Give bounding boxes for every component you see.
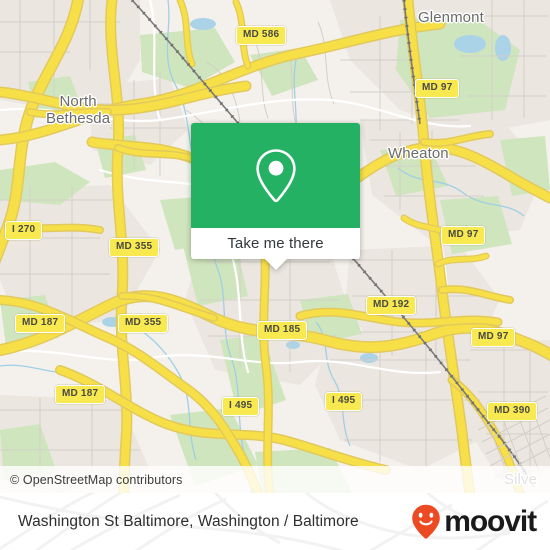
moovit-pin-smile-icon bbox=[412, 504, 441, 539]
popup-header bbox=[191, 123, 360, 228]
map-attribution-bar: © OpenStreetMap contributors bbox=[0, 466, 550, 493]
highway-shield-md-355-lower[interactable]: MD 355 bbox=[118, 314, 169, 333]
highway-shield-i-270[interactable]: I 270 bbox=[5, 221, 43, 240]
highway-shield-md-185[interactable]: MD 185 bbox=[257, 321, 308, 340]
highway-shield-md-187-upper[interactable]: MD 187 bbox=[15, 314, 66, 333]
highway-shield-md-187-lower[interactable]: MD 187 bbox=[55, 385, 106, 404]
footer-content: Washington St Baltimore, Washington / Ba… bbox=[0, 493, 550, 550]
highway-shield-md-390[interactable]: MD 390 bbox=[487, 402, 538, 421]
highway-shield-i-495-east[interactable]: I 495 bbox=[325, 392, 363, 411]
highway-shield-md-192[interactable]: MD 192 bbox=[366, 296, 417, 315]
moovit-logo[interactable]: moovit bbox=[411, 504, 537, 540]
highway-shield-md-97-mid[interactable]: MD 97 bbox=[441, 226, 486, 245]
highway-shield-i-495-west[interactable]: I 495 bbox=[222, 397, 260, 416]
highway-shield-md-355-upper[interactable]: MD 355 bbox=[109, 238, 160, 257]
moovit-wordmark: moovit bbox=[444, 504, 537, 538]
map-pin-icon bbox=[255, 148, 296, 202]
location-popup[interactable]: Take me there bbox=[191, 123, 360, 270]
footer-bar: Washington St Baltimore, Washington / Ba… bbox=[0, 493, 550, 550]
location-title: Washington St Baltimore, Washington / Ba… bbox=[18, 512, 359, 530]
map-canvas[interactable]: .urban { fill:#ece6e0; } .park { fill:#c… bbox=[0, 0, 550, 493]
highway-shield-md-97-south[interactable]: MD 97 bbox=[471, 328, 516, 347]
moovit-map-screen: .urban { fill:#ece6e0; } .park { fill:#c… bbox=[0, 0, 550, 550]
popup-footer[interactable]: Take me there bbox=[191, 228, 360, 259]
take-me-there-button[interactable]: Take me there bbox=[227, 235, 323, 252]
highway-shield-md-97-north[interactable]: MD 97 bbox=[415, 79, 460, 98]
highway-shield-md-586[interactable]: MD 586 bbox=[236, 26, 287, 45]
openstreetmap-attribution[interactable]: © OpenStreetMap contributors bbox=[0, 473, 183, 487]
popup-pointer-tail bbox=[264, 259, 287, 270]
